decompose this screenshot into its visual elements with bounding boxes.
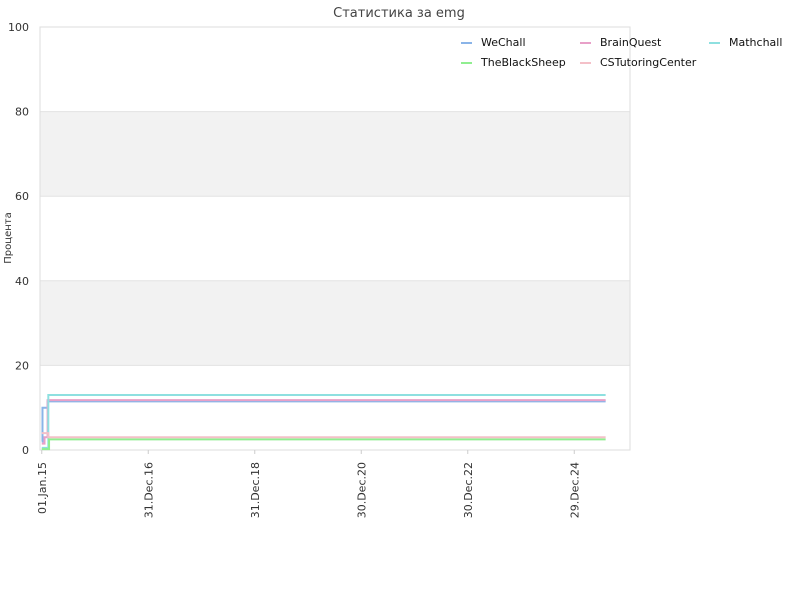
- legend-label: CSTutoringCenter: [600, 56, 697, 69]
- y-tick-label: 60: [15, 190, 29, 203]
- plot-band: [40, 111, 630, 197]
- y-tick-label: 40: [15, 275, 29, 288]
- legend-label: WeChall: [481, 36, 526, 49]
- plot-band: [40, 280, 630, 366]
- y-tick-label: 80: [15, 106, 29, 119]
- series-line-wechall: [41, 400, 606, 443]
- y-tick-label: 0: [22, 444, 29, 457]
- legend-label: Mathchall: [729, 36, 782, 49]
- x-tick-label: 30.Dec.22: [462, 462, 475, 518]
- x-tick-label: 31.Dec.18: [249, 462, 262, 518]
- x-tick-label: 29.Dec.24: [568, 462, 581, 518]
- grid-lines: [40, 26, 630, 451]
- legend: WeChall BrainQuest Mathchall TheBlackSheep C…: [461, 36, 782, 69]
- plot-area: [39, 26, 631, 451]
- x-tick-label: 31.Dec.16: [142, 462, 155, 518]
- x-tick-label: 01.Jan.15: [36, 462, 49, 514]
- x-axis: 01.Jan.15 31.Dec.16 31.Dec.18 30.Dec.20 30.D…: [36, 450, 581, 518]
- series-line-cstutoringcenter: [41, 432, 606, 439]
- legend-label: TheBlackSheep: [480, 56, 566, 69]
- y-tick-label: 20: [15, 359, 29, 372]
- x-tick-label: 30.Dec.20: [355, 462, 368, 518]
- line-chart: Статистика за emg 0 20 40 60 80 100 01.Jan.15…: [3, 6, 782, 518]
- y-tick-label: 100: [8, 21, 29, 34]
- series-lines: [41, 394, 606, 451]
- plot-bands: [40, 111, 630, 366]
- series-line-theblacksheep: [41, 438, 606, 451]
- chart-title: Статистика за emg: [333, 6, 465, 21]
- y-axis-label: Процента: [3, 212, 14, 263]
- legend-label: BrainQuest: [600, 36, 662, 49]
